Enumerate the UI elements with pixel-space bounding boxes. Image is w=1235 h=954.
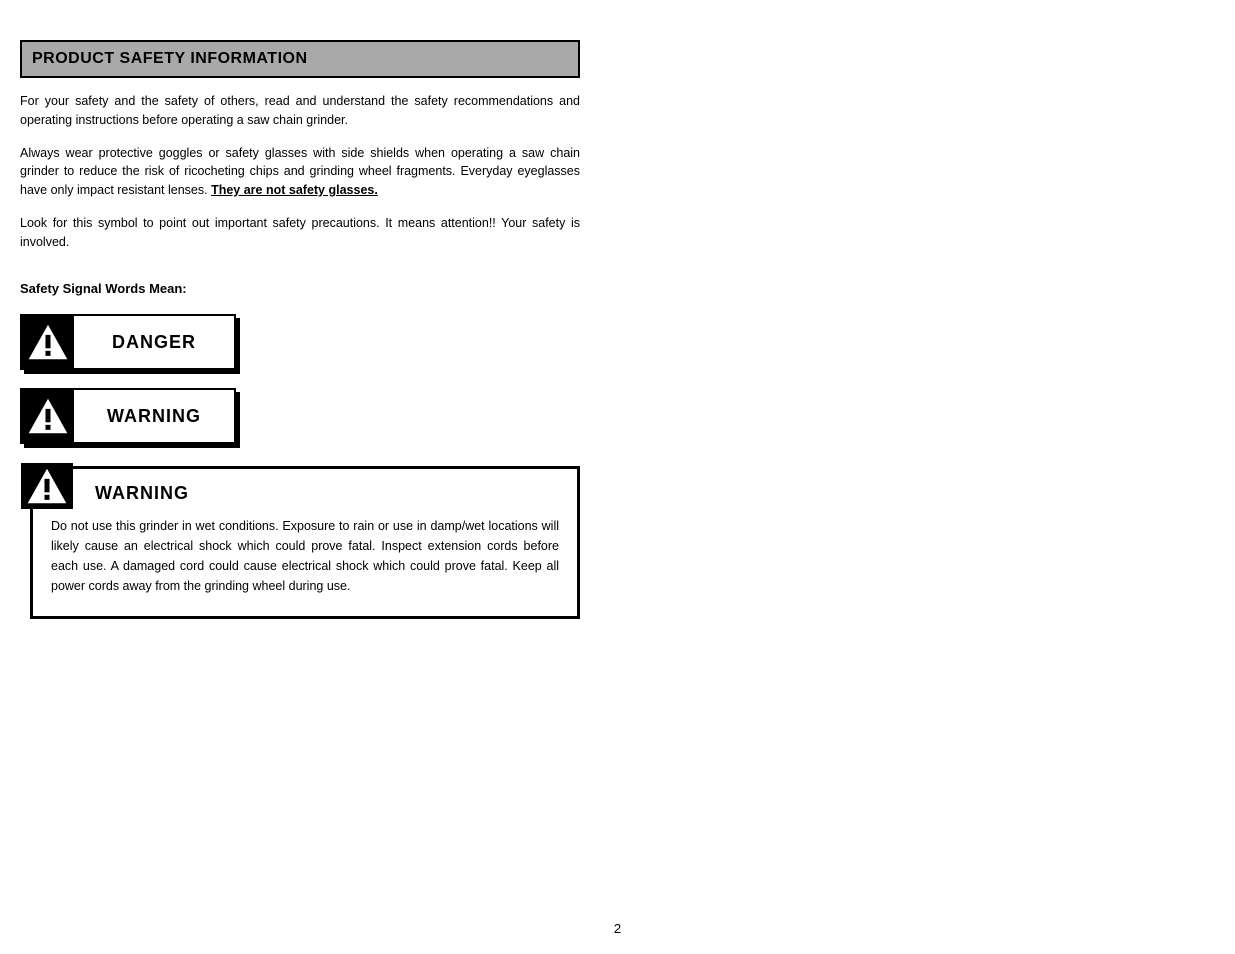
paragraph-2: Always wear protective goggles or safety… [20,144,580,200]
warning-label-text: WARNING [74,390,234,442]
alert-triangle-icon [27,397,69,435]
warning-detail-box: WARNING Do not use this grinder in wet c… [30,466,580,619]
warning-box-title: WARNING [95,483,559,504]
alert-triangle-icon [27,323,69,361]
warning-alert-icon [22,390,74,442]
page-number: 2 [0,921,1235,936]
section-header: PRODUCT SAFETY INFORMATION [20,40,580,78]
paragraph-1: For your safety and the safety of others… [20,92,580,130]
signal-words-heading: Safety Signal Words Mean: [20,281,580,296]
paragraph-2-underline: They are not safety glasses. [211,183,378,197]
warning-box-alert-icon [21,463,73,509]
warning-label-box: WARNING [20,388,236,444]
paragraph-3: Look for this symbol to point out import… [20,214,580,252]
warning-box-body: Do not use this grinder in wet condition… [51,516,559,596]
danger-alert-icon [22,316,74,368]
alert-triangle-icon [26,467,68,505]
danger-label-box: DANGER [20,314,236,370]
danger-label-text: DANGER [74,316,234,368]
